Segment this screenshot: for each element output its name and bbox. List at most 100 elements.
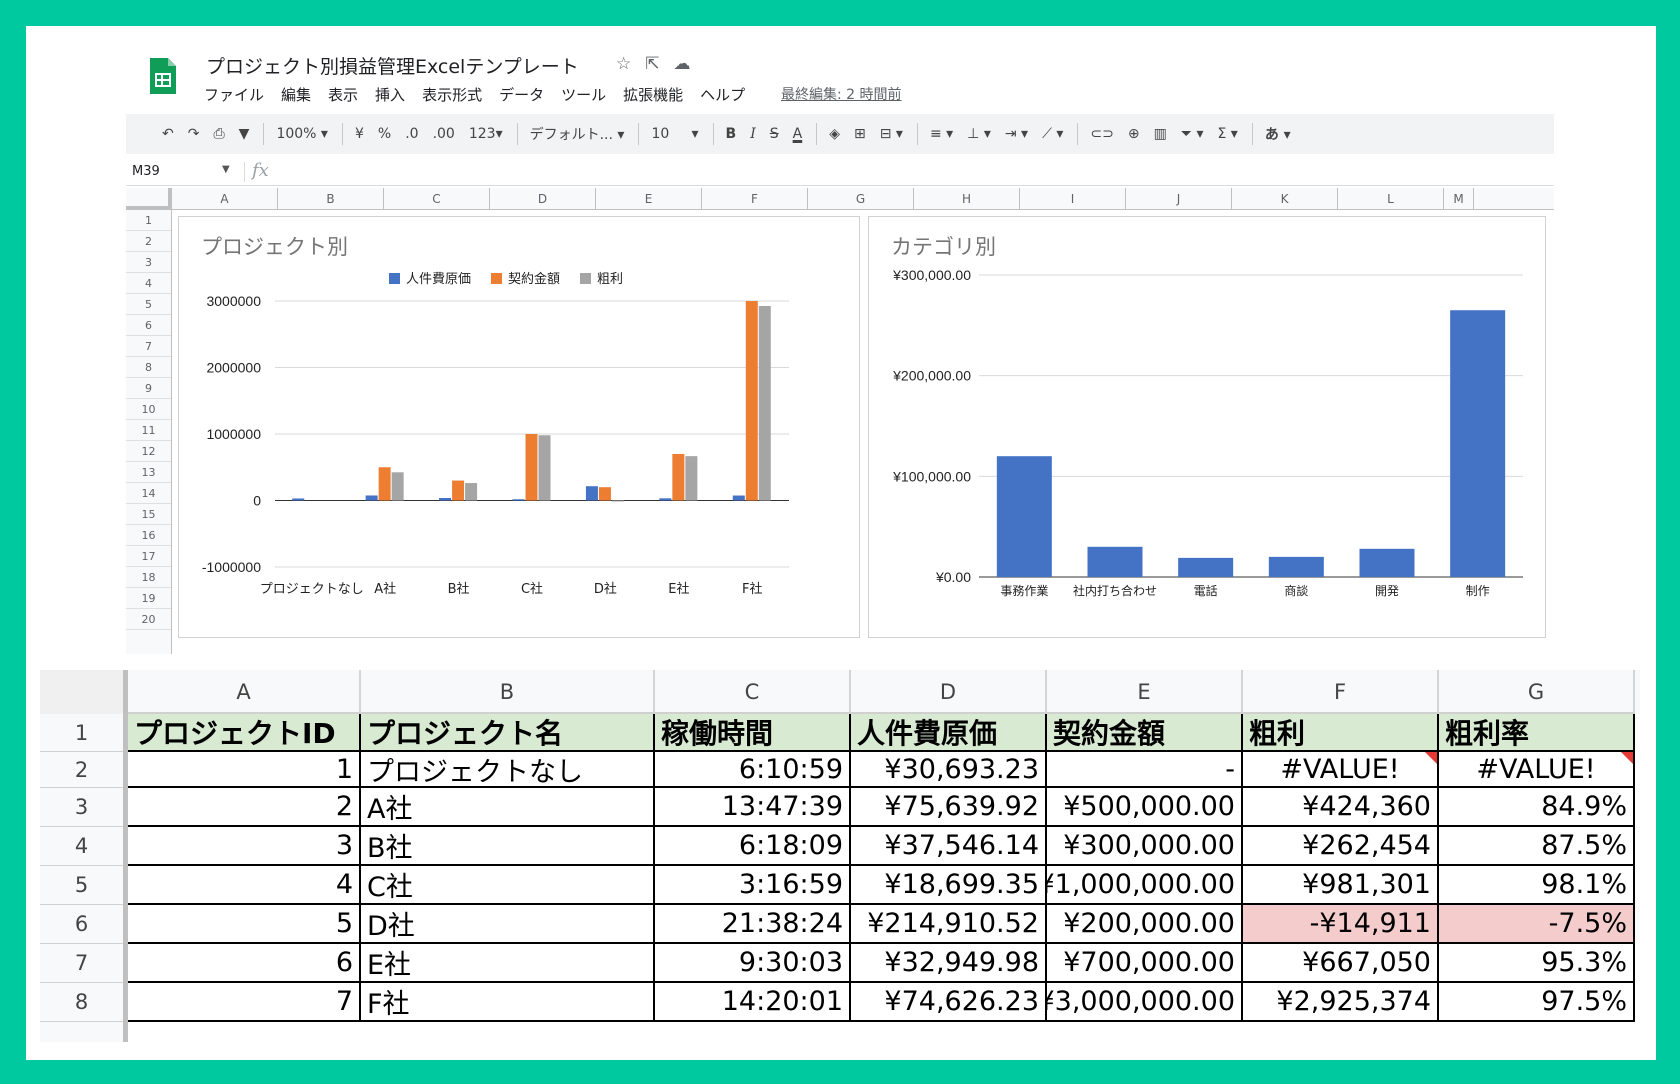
category-chart[interactable]: カテゴリ別 ¥300,000.00 ¥200,000.00 ¥100,000.00 ¥… xyxy=(868,216,1546,638)
column-header-d[interactable]: D xyxy=(851,670,1047,714)
column-header-b[interactable]: B xyxy=(278,188,384,210)
menu-view[interactable]: 表示 xyxy=(328,84,358,105)
row-header[interactable]: 8 xyxy=(126,357,171,378)
table-cell[interactable]: 84.9% xyxy=(1439,788,1635,827)
table-cell[interactable]: ¥700,000.00 xyxy=(1047,944,1243,983)
table-cell[interactable]: C社 xyxy=(361,866,655,905)
name-box-dropdown-icon[interactable]: ▼ xyxy=(222,164,230,175)
table-cell[interactable]: 3 xyxy=(128,827,361,866)
merge-cells-icon[interactable]: ⊟ ▾ xyxy=(880,126,903,142)
menu-help[interactable]: ヘルプ xyxy=(700,84,745,105)
table-cell[interactable]: 13:47:39 xyxy=(655,788,851,827)
font-select[interactable]: デフォルト... ▾ xyxy=(530,124,625,144)
decrease-decimal-button[interactable]: .0 xyxy=(405,126,418,142)
column-header-a[interactable]: A xyxy=(128,670,361,714)
column-header-j[interactable]: J xyxy=(1126,188,1232,210)
table-cell[interactable]: F社 xyxy=(361,983,655,1022)
fill-color-icon[interactable]: ◈ xyxy=(829,126,840,142)
currency-format-button[interactable]: ¥ xyxy=(355,126,364,142)
increase-decimal-button[interactable]: .00 xyxy=(433,126,455,142)
row-header[interactable]: 2 xyxy=(40,752,123,788)
table-cell[interactable]: ¥667,050 xyxy=(1243,944,1439,983)
table-cell[interactable]: #VALUE! xyxy=(1439,752,1635,788)
table-cell[interactable]: ¥424,360 xyxy=(1243,788,1439,827)
row-header[interactable]: 7 xyxy=(126,336,171,357)
table-cell[interactable]: ¥262,454 xyxy=(1243,827,1439,866)
row-header[interactable]: 5 xyxy=(40,866,123,905)
table-cell[interactable]: ¥74,626.23 xyxy=(851,983,1047,1022)
column-header-l[interactable]: L xyxy=(1338,188,1444,210)
move-folder-icon[interactable]: ⇱ xyxy=(645,54,659,74)
table-cell[interactable]: 9:30:03 xyxy=(655,944,851,983)
strikethrough-button[interactable]: S xyxy=(770,126,779,142)
bold-button[interactable]: B xyxy=(726,126,737,142)
star-icon[interactable]: ☆ xyxy=(616,54,631,74)
column-header-m[interactable]: M xyxy=(1444,188,1474,210)
row-header[interactable]: 17 xyxy=(126,546,171,567)
table-cell[interactable]: 6:18:09 xyxy=(655,827,851,866)
insert-comment-icon[interactable]: ⊕ xyxy=(1128,126,1140,142)
table-cell[interactable]: ¥200,000.00 xyxy=(1047,905,1243,944)
name-box[interactable]: M39 xyxy=(132,164,160,179)
error-indicator-icon[interactable] xyxy=(1621,752,1633,764)
row-header[interactable]: 6 xyxy=(126,315,171,336)
percent-format-button[interactable]: % xyxy=(378,126,391,142)
column-header-f[interactable]: F xyxy=(1243,670,1439,714)
error-indicator-icon[interactable] xyxy=(1425,752,1437,764)
column-header-a[interactable]: A xyxy=(172,188,278,210)
column-header-e[interactable]: E xyxy=(1047,670,1243,714)
insert-chart-icon[interactable]: ▥ xyxy=(1154,126,1167,142)
table-cell[interactable]: 95.3% xyxy=(1439,944,1635,983)
select-all-corner[interactable] xyxy=(40,670,128,714)
menu-extensions[interactable]: 拡張機能 xyxy=(623,84,683,105)
table-cell[interactable]: 6 xyxy=(128,944,361,983)
select-all-corner[interactable] xyxy=(126,188,172,210)
row-header[interactable]: 19 xyxy=(126,588,171,609)
table-cell[interactable]: ¥37,546.14 xyxy=(851,827,1047,866)
row-header[interactable]: 13 xyxy=(126,462,171,483)
table-cell[interactable]: 87.5% xyxy=(1439,827,1635,866)
last-edit-link[interactable]: 最終編集: 2 時間前 xyxy=(781,84,902,104)
row-header[interactable]: 11 xyxy=(126,420,171,441)
table-cell[interactable]: ¥214,910.52 xyxy=(851,905,1047,944)
table-cell[interactable]: ¥500,000.00 xyxy=(1047,788,1243,827)
functions-icon[interactable]: Σ ▾ xyxy=(1217,126,1237,142)
row-header[interactable]: 3 xyxy=(126,252,171,273)
table-cell[interactable]: ¥2,925,374 xyxy=(1243,983,1439,1022)
table-cell[interactable]: 1 xyxy=(128,752,361,788)
table-cell[interactable]: A社 xyxy=(361,788,655,827)
menu-edit[interactable]: 編集 xyxy=(281,84,311,105)
redo-icon[interactable]: ↷ xyxy=(188,126,200,142)
row-header[interactable]: 7 xyxy=(40,944,123,983)
menu-insert[interactable]: 挿入 xyxy=(375,84,405,105)
row-header[interactable]: 10 xyxy=(126,399,171,420)
header-cell[interactable]: 契約金額 xyxy=(1047,714,1243,752)
column-header-e[interactable]: E xyxy=(596,188,702,210)
menu-format[interactable]: 表示形式 xyxy=(422,84,482,105)
sheets-logo-icon[interactable] xyxy=(148,56,178,96)
header-cell[interactable]: 稼働時間 xyxy=(655,714,851,752)
table-cell[interactable]: - xyxy=(1047,752,1243,788)
column-header-h[interactable]: H xyxy=(914,188,1020,210)
row-header[interactable]: 14 xyxy=(126,483,171,504)
table-cell[interactable]: 2 xyxy=(128,788,361,827)
column-header-i[interactable]: I xyxy=(1020,188,1126,210)
table-cell[interactable]: プロジェクトなし xyxy=(361,752,655,788)
horizontal-align-icon[interactable]: ≡ ▾ xyxy=(930,126,953,142)
table-cell[interactable]: 4 xyxy=(128,866,361,905)
table-cell[interactable]: 97.5% xyxy=(1439,983,1635,1022)
column-header-d[interactable]: D xyxy=(490,188,596,210)
row-header[interactable]: 3 xyxy=(40,788,123,827)
table-cell[interactable]: D社 xyxy=(361,905,655,944)
row-header[interactable]: 9 xyxy=(126,378,171,399)
table-cell[interactable]: E社 xyxy=(361,944,655,983)
undo-icon[interactable]: ↶ xyxy=(162,126,174,142)
column-header-g[interactable]: G xyxy=(1439,670,1635,714)
row-header[interactable]: 15 xyxy=(126,504,171,525)
cloud-status-icon[interactable]: ☁ xyxy=(674,54,691,74)
borders-icon[interactable]: ⊞ xyxy=(854,126,866,142)
table-cell[interactable]: B社 xyxy=(361,827,655,866)
input-tools-button[interactable]: あ ▾ xyxy=(1265,124,1291,144)
header-cell[interactable]: 粗利 xyxy=(1243,714,1439,752)
table-cell[interactable]: 3:16:59 xyxy=(655,866,851,905)
